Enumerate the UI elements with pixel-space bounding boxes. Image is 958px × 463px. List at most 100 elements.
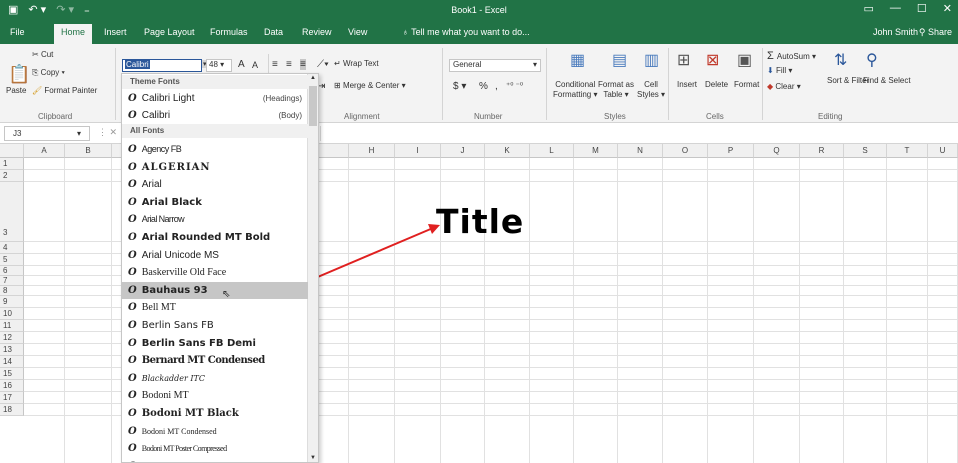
font-dropdown-list[interactable]: ▲ ▼ Theme Fonts O Calibri Light (Headings)…: [121, 73, 319, 463]
row-header[interactable]: 6: [0, 266, 24, 276]
column-header[interactable]: S: [844, 144, 887, 158]
font-option[interactable]: O Arial Black: [122, 194, 308, 211]
format-cells-button[interactable]: Format: [734, 80, 759, 89]
row-header[interactable]: 17: [0, 392, 24, 404]
column-header[interactable]: J: [441, 144, 485, 158]
fill-button[interactable]: ⬇ Fill ▾: [767, 66, 792, 75]
row-header[interactable]: 3: [0, 182, 24, 242]
column-header[interactable]: N: [618, 144, 663, 158]
row-header[interactable]: 12: [0, 332, 24, 344]
column-header[interactable]: R: [800, 144, 844, 158]
align-top-icon[interactable]: ≡: [272, 59, 278, 70]
ribbon-display-icon[interactable]: ▭: [864, 2, 874, 15]
row-header[interactable]: 7: [0, 276, 24, 286]
row-header[interactable]: 1: [0, 158, 24, 170]
column-header[interactable]: K: [485, 144, 530, 158]
font-size-box[interactable]: 48 ▾: [206, 59, 232, 72]
decrease-font-icon[interactable]: A: [252, 60, 258, 70]
font-option[interactable]: O ALGERIAN: [122, 159, 308, 176]
font-option[interactable]: O Bodoni MT Condensed: [122, 423, 308, 440]
font-option[interactable]: O Arial Rounded MT Bold: [122, 229, 308, 246]
row-header[interactable]: 5: [0, 254, 24, 266]
tab-formulas[interactable]: Formulas: [210, 27, 248, 37]
insert-cells-icon[interactable]: ⊞: [677, 50, 690, 70]
clear-button[interactable]: ◆ Clear ▾: [767, 82, 801, 91]
merge-center-button[interactable]: ⊞ Merge & Center ▾: [334, 81, 406, 90]
row-header[interactable]: 15: [0, 368, 24, 380]
increase-font-icon[interactable]: A: [238, 59, 245, 70]
format-painter-button[interactable]: 🖌 Format Painter: [32, 86, 97, 95]
format-as-table-icon[interactable]: ▤: [612, 50, 627, 70]
format-cells-icon[interactable]: ▣: [737, 50, 752, 70]
name-box[interactable]: J3 ▾: [4, 126, 90, 141]
find-icon[interactable]: ⚲: [866, 50, 878, 70]
row-header[interactable]: 8: [0, 286, 24, 296]
font-option[interactable]: O Berlin Sans FB Demi: [122, 335, 308, 352]
currency-button[interactable]: $ ▾: [453, 81, 466, 92]
column-header[interactable]: U: [928, 144, 958, 158]
copy-button[interactable]: ⎘ Copy ▾: [32, 68, 65, 78]
paste-button[interactable]: Paste: [6, 86, 26, 95]
wrap-text-button[interactable]: ↵ Wrap Text: [334, 59, 379, 68]
font-option-theme[interactable]: O Calibri Light (Headings): [122, 90, 308, 107]
font-option[interactable]: O Agency FB: [122, 141, 308, 158]
column-header[interactable]: I: [395, 144, 441, 158]
select-all-corner[interactable]: [0, 144, 24, 158]
row-header[interactable]: 11: [0, 320, 24, 332]
find-select-button[interactable]: Find & Select: [863, 76, 911, 85]
column-header[interactable]: Q: [754, 144, 800, 158]
orientation-icon[interactable]: ⟋▾: [317, 59, 329, 70]
font-option-theme[interactable]: O Calibri (Body): [122, 107, 308, 124]
row-header[interactable]: 2: [0, 170, 24, 182]
delete-cells-button[interactable]: Delete: [705, 80, 728, 89]
font-option[interactable]: O Bodoni MT Poster Compressed: [122, 440, 308, 457]
row-header[interactable]: 9: [0, 296, 24, 308]
column-header[interactable]: P: [708, 144, 754, 158]
tab-page-layout[interactable]: Page Layout: [144, 27, 195, 37]
tab-data[interactable]: Data: [264, 27, 283, 37]
column-header[interactable]: T: [887, 144, 928, 158]
font-option[interactable]: O Bodoni MT: [122, 387, 308, 404]
user-name[interactable]: John Smith: [873, 27, 918, 37]
decimal-icons[interactable]: ⁺⁰ ⁻⁰: [506, 81, 523, 90]
align-bottom-icon[interactable]: ≡: [300, 59, 306, 70]
tab-insert[interactable]: Insert: [104, 27, 127, 37]
scroll-down-icon[interactable]: ▼: [310, 455, 316, 461]
number-format-box[interactable]: General ▾: [449, 59, 541, 72]
font-option[interactable]: O Bernard MT Condensed: [122, 352, 308, 369]
tab-file[interactable]: File: [10, 27, 25, 37]
cut-button[interactable]: ✂ Cut: [32, 50, 53, 59]
conditional-formatting-button[interactable]: Conditional Formatting ▾: [553, 80, 597, 100]
close-icon[interactable]: ✕: [943, 2, 952, 15]
column-header[interactable]: M: [574, 144, 618, 158]
font-option-highlighted[interactable]: O Bauhaus 93 ⇖: [122, 281, 308, 300]
row-header[interactable]: 16: [0, 380, 24, 392]
cell-styles-button[interactable]: Cell Styles ▾: [637, 80, 665, 100]
tab-home[interactable]: Home: [54, 24, 93, 44]
comma-button[interactable]: ,: [495, 81, 498, 92]
conditional-formatting-icon[interactable]: ▦: [570, 50, 585, 70]
font-option[interactable]: O Baskerville Old Face: [122, 264, 308, 281]
restore-icon[interactable]: ☐: [917, 2, 927, 15]
row-header[interactable]: 4: [0, 242, 24, 254]
row-header[interactable]: 14: [0, 356, 24, 368]
font-option[interactable]: O Arial: [122, 176, 308, 193]
tell-me-box[interactable]: ♁ Tell me what you want to do...: [402, 27, 530, 37]
font-name-box[interactable]: Calibri: [122, 59, 202, 72]
scroll-up-icon[interactable]: ▲: [310, 75, 316, 81]
align-middle-icon[interactable]: ≡: [286, 59, 292, 70]
scroll-thumb[interactable]: [309, 86, 317, 126]
font-option[interactable]: OBook Antiqua: [122, 458, 308, 462]
row-header[interactable]: 10: [0, 308, 24, 320]
font-option[interactable]: O Blackadder ITC: [122, 370, 308, 387]
share-button[interactable]: ⚲ Share: [919, 27, 952, 38]
delete-cells-icon[interactable]: ⊠: [706, 50, 719, 70]
column-header[interactable]: B: [65, 144, 112, 158]
font-option[interactable]: O Berlin Sans FB: [122, 317, 308, 334]
dropdown-scrollbar[interactable]: [307, 74, 318, 462]
insert-cells-button[interactable]: Insert: [677, 80, 697, 89]
format-as-table-button[interactable]: Format as Table ▾: [598, 80, 634, 100]
row-header[interactable]: 13: [0, 344, 24, 356]
font-option[interactable]: O Bell MT: [122, 299, 308, 316]
paste-icon[interactable]: 📋: [8, 64, 30, 85]
